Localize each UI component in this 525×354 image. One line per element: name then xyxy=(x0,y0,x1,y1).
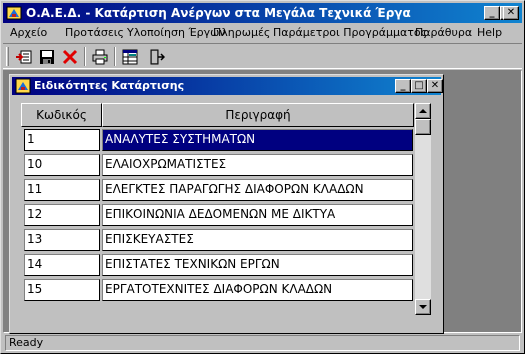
save-button[interactable] xyxy=(36,46,58,67)
code-cell[interactable]: 11 xyxy=(24,179,100,201)
close-icon: ✕ xyxy=(430,80,440,91)
menu-bar: Αρχείο Προτάσεις Υλοποίηση Έργων Πληρωμέ… xyxy=(3,23,522,42)
code-cell[interactable]: 13 xyxy=(24,229,100,251)
grid-view-button[interactable] xyxy=(119,46,141,67)
print-icon xyxy=(92,49,108,65)
menu-file[interactable]: Αρχείο xyxy=(10,26,47,39)
description-cell[interactable]: ΕΠΙΚΟΙΝΩΝΙΑ ΔΕΔΟΜΕΝΩΝ ΜΕ ΔΙΚΤΥΑ xyxy=(102,204,413,226)
child-close-button[interactable]: ✕ xyxy=(427,79,443,93)
exit-icon xyxy=(150,49,165,65)
minimize-icon: _ xyxy=(400,80,406,91)
menu-windows[interactable]: Παράθυρα xyxy=(415,26,472,39)
child-minimize-button[interactable]: _ xyxy=(395,79,411,93)
maximize-icon: □ xyxy=(414,80,424,91)
code-cell[interactable]: 10 xyxy=(24,154,100,176)
minimize-button[interactable]: _ xyxy=(484,6,500,20)
status-text: Ready xyxy=(5,335,520,351)
column-header-code[interactable]: Κωδικός xyxy=(21,103,102,127)
arrow-down-icon xyxy=(419,305,427,309)
menu-help[interactable]: Help xyxy=(477,26,502,39)
table-row[interactable]: 1 ΑΝΑΛΥΤΕΣ ΣΥΣΤΗΜΑΤΩΝ xyxy=(21,128,414,153)
table-row[interactable]: 15 ΕΡΓΑΤΟΤΕΧΝΙΤΕΣ ΔΙΑΦΟΡΩΝ ΚΛΑΔΩΝ xyxy=(21,278,414,303)
insert-record-button[interactable] xyxy=(13,46,35,67)
status-bar: Ready xyxy=(3,335,522,351)
arrow-up-icon xyxy=(419,109,427,113)
description-cell[interactable]: ΕΠΙΣΤΑΤΕΣ ΤΕΧΝΙΚΩΝ ΕΡΓΩΝ xyxy=(102,254,413,276)
description-cell[interactable]: ΑΝΑΛΥΤΕΣ ΣΥΣΤΗΜΑΤΩΝ xyxy=(102,129,413,151)
table-row[interactable]: 12 ΕΠΙΚΟΙΝΩΝΙΑ ΔΕΔΟΜΕΝΩΝ ΜΕ ΔΙΚΤΥΑ xyxy=(21,203,414,228)
print-button[interactable] xyxy=(89,46,111,67)
child-title-bar[interactable]: Ειδικότητες Κατάρτισης xyxy=(12,77,441,95)
code-cell[interactable]: 12 xyxy=(24,204,100,226)
mdi-client-area: Ειδικότητες Κατάρτισης _ □ ✕ Κωδικός Περ… xyxy=(3,70,522,334)
specialties-window: Ειδικότητες Κατάρτισης _ □ ✕ Κωδικός Περ… xyxy=(9,74,444,334)
table-row[interactable]: 11 ΕΛΕΓΚΤΕΣ ΠΑΡΑΓΩΓΗΣ ΔΙΑΦΟΡΩΝ ΚΛΑΔΩΝ xyxy=(21,178,414,203)
description-cell[interactable]: ΕΡΓΑΤΟΤΕΧΝΙΤΕΣ ΔΙΑΦΟΡΩΝ ΚΛΑΔΩΝ xyxy=(102,279,413,301)
toolbar-grip[interactable] xyxy=(6,47,9,66)
insert-record-icon xyxy=(16,50,32,64)
toolbar xyxy=(3,43,522,69)
scroll-down-button[interactable] xyxy=(415,299,431,315)
table-row[interactable]: 14 ΕΠΙΣΤΑΤΕΣ ΤΕΧΝΙΚΩΝ ΕΡΓΩΝ xyxy=(21,253,414,278)
vertical-scrollbar[interactable] xyxy=(415,103,431,315)
code-cell[interactable]: 1 xyxy=(24,129,100,151)
toolbar-separator xyxy=(84,47,86,66)
child-window-title: Ειδικότητες Κατάρτισης xyxy=(34,79,185,92)
grid-view-icon xyxy=(122,49,138,65)
table-row[interactable]: 10 ΕΛΑΙΟΧΡΩΜΑΤΙΣΤΕΣ xyxy=(21,153,414,178)
description-cell[interactable]: ΕΛΑΙΟΧΡΩΜΑΤΙΣΤΕΣ xyxy=(102,154,413,176)
child-maximize-button[interactable]: □ xyxy=(411,79,427,93)
code-cell[interactable]: 15 xyxy=(24,279,100,301)
minimize-icon: _ xyxy=(489,7,495,18)
scroll-up-button[interactable] xyxy=(415,103,431,119)
title-bar[interactable]: Ο.Α.Ε.Δ. - Κατάρτιση Ανέργων στα Μεγάλα … xyxy=(3,3,522,23)
delete-icon xyxy=(62,49,78,65)
description-cell[interactable]: ΕΛΕΓΚΤΕΣ ΠΑΡΑΓΩΓΗΣ ΔΙΑΦΟΡΩΝ ΚΛΑΔΩΝ xyxy=(102,179,413,201)
app-icon xyxy=(6,6,22,20)
code-cell[interactable]: 14 xyxy=(24,254,100,276)
main-window: Ο.Α.Ε.Δ. - Κατάρτιση Ανέργων στα Μεγάλα … xyxy=(0,0,525,354)
save-icon xyxy=(40,50,54,64)
close-icon: ✕ xyxy=(506,7,516,18)
toolbar-separator xyxy=(114,47,116,66)
scroll-thumb[interactable] xyxy=(415,119,431,135)
delete-button[interactable] xyxy=(59,46,81,67)
menu-payments[interactable]: Πληρωμές xyxy=(213,26,270,39)
window-title: Ο.Α.Ε.Δ. - Κατάρτιση Ανέργων στα Μεγάλα … xyxy=(26,6,411,20)
description-cell[interactable]: ΕΠΙΣΚΕΥΑΣΤΕΣ xyxy=(102,229,413,251)
specialties-grid: Κωδικός Περιγραφή 1 ΑΝΑΛΥΤΕΣ ΣΥΣΤΗΜΑΤΩΝ … xyxy=(21,103,414,315)
table-row[interactable]: 13 ΕΠΙΣΚΕΥΑΣΤΕΣ xyxy=(21,228,414,253)
column-header-description[interactable]: Περιγραφή xyxy=(102,103,414,127)
menu-proposals[interactable]: Προτάσεις xyxy=(65,26,124,39)
child-window-icon xyxy=(15,78,31,94)
menu-program-params[interactable]: Παράμετροι Προγράμματος xyxy=(273,26,427,39)
exit-button[interactable] xyxy=(146,46,168,67)
menu-projects[interactable]: Υλοποίηση Έργων xyxy=(127,26,226,39)
close-button[interactable]: ✕ xyxy=(503,6,519,20)
